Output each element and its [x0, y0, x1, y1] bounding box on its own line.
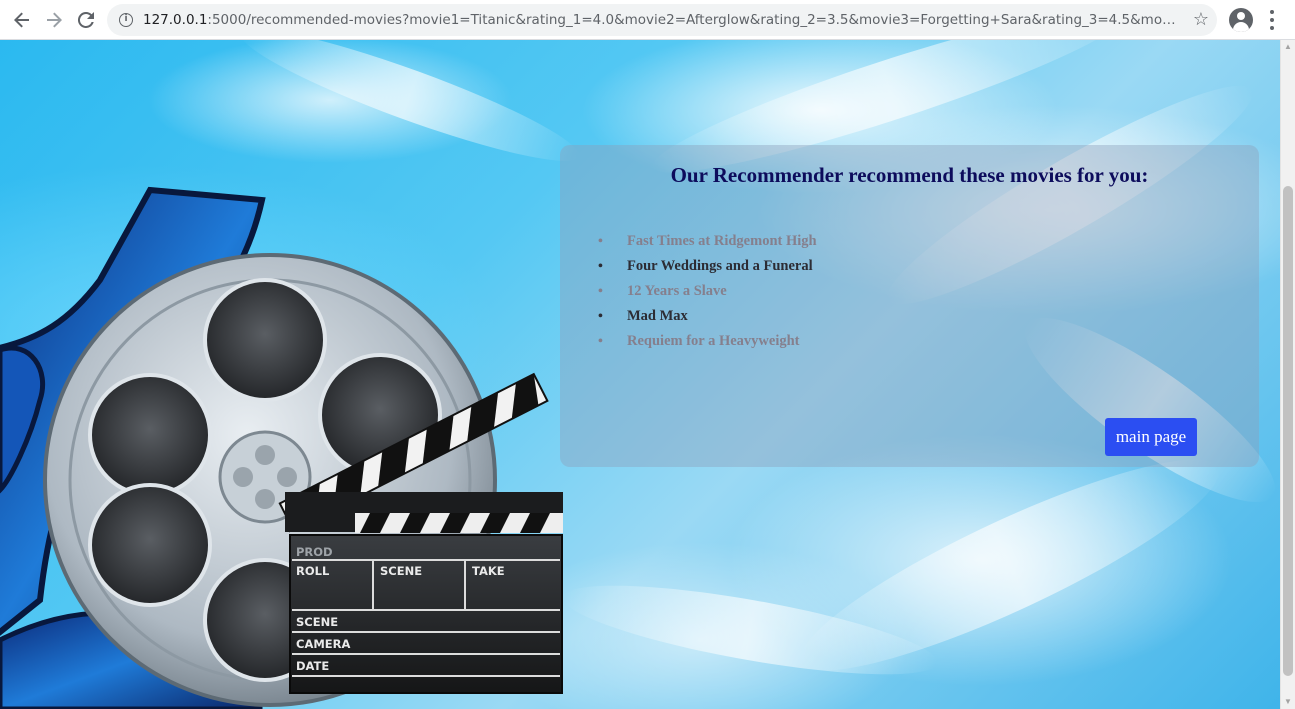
movie-item: Four Weddings and a Funeral: [598, 254, 817, 279]
scroll-down-arrow-icon[interactable]: ▼: [1281, 695, 1295, 709]
reload-icon: [78, 12, 94, 28]
scrollbar-thumb[interactable]: [1283, 186, 1293, 676]
film-reel-illustration: PROD ROLL SCENE TAKE SCENE CAMERA DATE: [0, 186, 563, 709]
movie-item: 12 Years a Slave: [598, 279, 817, 304]
url-path: :5000/recommended-movies?movie1=Titanic&…: [207, 12, 1183, 28]
clapper-camera-label: CAMERA: [296, 637, 350, 651]
kebab-menu-icon[interactable]: [1262, 10, 1282, 30]
movie-item: Fast Times at Ridgemont High: [598, 229, 817, 254]
url-text[interactable]: 127.0.0.1:5000/recommended-movies?movie1…: [143, 4, 1183, 36]
scroll-up-arrow-icon[interactable]: ▲: [1281, 40, 1295, 54]
arrow-right-icon: [47, 12, 62, 28]
bookmark-star-icon[interactable]: ☆: [1193, 9, 1209, 30]
vertical-scrollbar[interactable]: ▲ ▼: [1280, 40, 1295, 709]
url-host: 127.0.0.1: [143, 12, 208, 28]
movie-item: Requiem for a Heavyweight: [598, 329, 817, 354]
back-button[interactable]: [8, 6, 36, 34]
page-viewport: PROD ROLL SCENE TAKE SCENE CAMERA DATE O…: [0, 40, 1280, 709]
clapper-roll-label: ROLL: [296, 564, 330, 578]
main-page-button[interactable]: main page: [1105, 418, 1197, 456]
movie-list: Fast Times at Ridgemont High Four Weddin…: [598, 229, 817, 354]
recommendation-panel: Our Recommender recommend these movies f…: [560, 145, 1259, 467]
address-bar[interactable]: i 127.0.0.1:5000/recommended-movies?movi…: [107, 4, 1217, 36]
reload-button[interactable]: [72, 6, 100, 34]
clapper-take-label: TAKE: [472, 564, 505, 578]
browser-toolbar: i 127.0.0.1:5000/recommended-movies?movi…: [0, 0, 1295, 40]
page-title: Our Recommender recommend these movies f…: [670, 163, 1149, 187]
profile-avatar-icon[interactable]: [1229, 8, 1253, 32]
clapper-scene-label: SCENE: [380, 564, 422, 578]
info-icon[interactable]: i: [119, 13, 133, 27]
movie-item: Mad Max: [598, 304, 817, 329]
clapper-prod-label: PROD: [296, 545, 333, 559]
clapper-scene2-label: SCENE: [296, 615, 338, 629]
clapper-date-label: DATE: [296, 659, 329, 673]
forward-button[interactable]: [40, 6, 68, 34]
arrow-left-icon: [14, 12, 29, 28]
